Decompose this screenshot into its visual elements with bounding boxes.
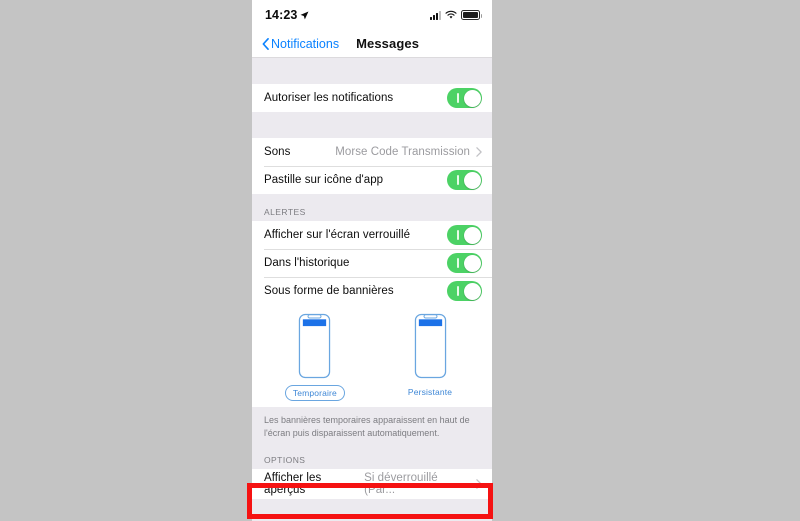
allow-notifications-group: Autoriser les notifications bbox=[252, 84, 492, 112]
wifi-icon bbox=[445, 10, 457, 19]
row-sons[interactable]: Sons Morse Code Transmission bbox=[252, 138, 492, 166]
back-button-label: Notifications bbox=[271, 36, 340, 51]
toggle-autoriser-les-notifications[interactable] bbox=[447, 88, 482, 108]
page-title: Messages bbox=[356, 36, 420, 51]
status-bar-right bbox=[430, 10, 482, 20]
toggle-on-mark bbox=[457, 286, 459, 296]
row-accessory: Si déverrouillé (Par... bbox=[364, 472, 482, 496]
row-afficher-sur-lecran-verrouille[interactable]: Afficher sur l'écran verrouillé bbox=[252, 221, 492, 249]
phone-screen: 14:23 Notifications Messages Autoriser l… bbox=[252, 0, 492, 521]
banner-style-option-persistante[interactable]: Persistante bbox=[401, 313, 459, 401]
row-sous-forme-de-bannieres[interactable]: Sous forme de bannières bbox=[252, 277, 492, 305]
toggle-on-mark bbox=[457, 230, 459, 240]
bottom-cropped-text bbox=[0, 511, 252, 521]
alerts-footnote: Les bannières temporaires apparaissent e… bbox=[252, 407, 492, 447]
status-bar: 14:23 bbox=[252, 0, 492, 30]
options-group: Afficher les aperçus Si déverrouillé (Pa… bbox=[252, 468, 492, 499]
row-label: Sous forme de bannières bbox=[264, 285, 394, 297]
row-pastille-sur-icone-dapp[interactable]: Pastille sur icône d'app bbox=[252, 166, 492, 194]
row-label: Autoriser les notifications bbox=[264, 92, 394, 104]
navigation-bar: Notifications Messages bbox=[252, 30, 492, 58]
phone-persistent-banner-icon bbox=[414, 313, 446, 379]
row-label: Pastille sur icône d'app bbox=[264, 174, 384, 186]
banner-style-option-temporaire[interactable]: Temporaire bbox=[284, 313, 345, 401]
toggle-pastille-sur-icone-dapp[interactable] bbox=[447, 170, 482, 190]
row-label: Dans l'historique bbox=[264, 257, 350, 269]
banner-style-picker: Temporaire Persistante bbox=[252, 305, 492, 407]
alerts-group: Afficher sur l'écran verrouillé Dans l'h… bbox=[252, 221, 492, 407]
toggle-on-mark bbox=[457, 258, 459, 268]
row-label: Afficher sur l'écran verrouillé bbox=[264, 229, 411, 241]
toggle-on-mark bbox=[457, 175, 459, 185]
screenshot-canvas: 14:23 Notifications Messages Autoriser l… bbox=[0, 0, 800, 521]
toggle-afficher-sur-lecran-verrouille[interactable] bbox=[447, 225, 482, 245]
row-value: Morse Code Transmission bbox=[335, 146, 470, 158]
toggle-on-mark bbox=[457, 93, 459, 103]
status-bar-time: 14:23 bbox=[265, 8, 298, 22]
row-dans-lhistorique[interactable]: Dans l'historique bbox=[252, 249, 492, 277]
toggle-knob bbox=[463, 282, 481, 300]
toggle-knob bbox=[463, 226, 481, 244]
row-autoriser-les-notifications[interactable]: Autoriser les notifications bbox=[252, 84, 492, 112]
toggle-dans-lhistorique[interactable] bbox=[447, 253, 482, 273]
row-label: Afficher les aperçus bbox=[264, 471, 322, 496]
cellular-signal-icon bbox=[430, 10, 441, 20]
row-afficher-les-apercus[interactable]: Afficher les aperçus Si déverrouillé (Pa… bbox=[252, 468, 492, 499]
banner-style-caption: Temporaire bbox=[284, 385, 345, 401]
section-header-alertes: ALERTES bbox=[252, 194, 492, 221]
battery-full-icon bbox=[461, 10, 482, 20]
sound-group: Sons Morse Code Transmission Pastille su… bbox=[252, 138, 492, 194]
location-arrow-icon bbox=[301, 11, 309, 19]
row-label: Sons bbox=[264, 146, 291, 158]
chevron-right-icon bbox=[476, 147, 482, 157]
chevron-right-icon bbox=[476, 478, 482, 489]
section-gap bbox=[252, 58, 492, 84]
toggle-knob bbox=[463, 89, 481, 107]
section-gap bbox=[252, 112, 492, 138]
row-value: Si déverrouillé (Par... bbox=[364, 471, 438, 496]
back-button[interactable]: Notifications bbox=[262, 37, 339, 51]
toggle-sous-forme-de-bannieres[interactable] bbox=[447, 281, 482, 301]
chevron-left-icon bbox=[262, 37, 269, 50]
status-bar-left: 14:23 bbox=[265, 8, 309, 22]
banner-style-caption: Persistante bbox=[407, 387, 453, 397]
toggle-knob bbox=[463, 254, 481, 272]
row-accessory: Morse Code Transmission bbox=[335, 146, 482, 158]
toggle-knob bbox=[463, 171, 481, 189]
phone-temporary-banner-icon bbox=[299, 313, 331, 379]
section-header-options: OPTIONS bbox=[252, 446, 492, 469]
